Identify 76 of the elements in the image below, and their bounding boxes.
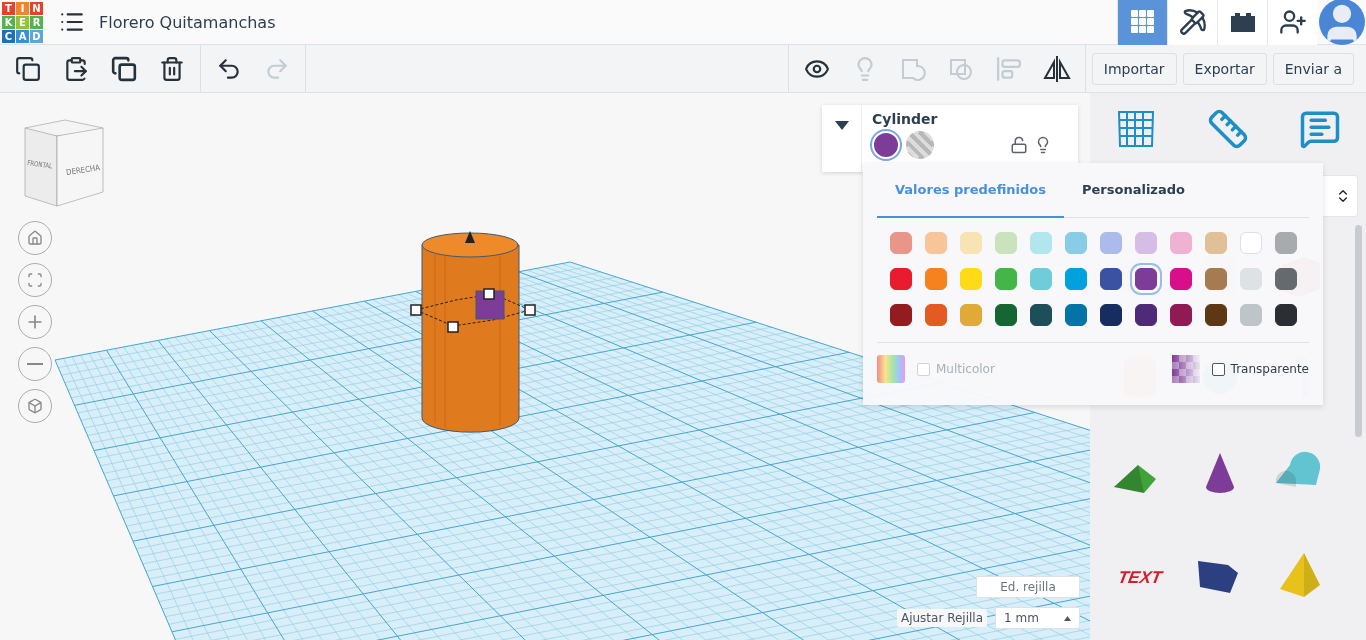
sidebar-tool-button[interactable] — [1207, 108, 1249, 150]
hole-button[interactable] — [906, 131, 934, 159]
align-icon — [995, 55, 1022, 82]
snap-grid-label: Ajustar Rejilla — [896, 609, 987, 627]
add-user-icon — [1278, 8, 1307, 36]
transparency-icon — [1171, 355, 1200, 383]
color-swatch[interactable] — [924, 268, 947, 290]
rainbow-icon — [877, 355, 905, 383]
color-swatch[interactable] — [1169, 304, 1192, 326]
view-control-button[interactable] — [18, 305, 52, 339]
solid-color-button[interactable] — [872, 131, 900, 159]
color-swatch[interactable] — [1204, 304, 1227, 326]
paste-icon — [63, 55, 89, 82]
design-title[interactable]: Florero Quitamanchas — [99, 12, 276, 32]
duplicate-icon — [111, 55, 137, 82]
color-swatch[interactable] — [1274, 268, 1297, 290]
cube-icon — [27, 398, 43, 414]
shape-name: Cylinder — [872, 111, 939, 127]
text-shape-drawing: TEXT — [1116, 567, 1164, 587]
color-swatch[interactable] — [1099, 268, 1122, 290]
view-control-button[interactable] — [18, 389, 52, 423]
toolbar-button[interactable]: Enviar a — [1272, 52, 1354, 85]
nav-button[interactable] — [1217, 0, 1267, 45]
tinkercad-logo[interactable]: T I N K E R C A D — [2, 2, 43, 43]
color-swatch[interactable] — [1274, 304, 1297, 326]
color-swatch[interactable] — [1274, 232, 1297, 254]
nav-button[interactable] — [1167, 0, 1217, 45]
toolbar-button[interactable]: Importar — [1091, 52, 1177, 85]
color-swatch[interactable] — [1029, 268, 1052, 290]
pyramid-shape-drawing — [1280, 553, 1320, 597]
caret-icon — [1064, 615, 1071, 621]
collapse-button[interactable] — [822, 105, 862, 172]
color-swatch[interactable] — [994, 268, 1017, 290]
cone-shape-drawing — [1206, 453, 1234, 493]
mirror-icon — [1041, 53, 1072, 84]
copy-icon — [15, 55, 41, 82]
color-tab[interactable]: Personalizado — [1064, 163, 1203, 218]
color-swatch[interactable] — [959, 304, 982, 326]
ruler-icon — [1207, 108, 1249, 150]
edit-grid-button[interactable]: Ed. rejilla — [976, 576, 1080, 598]
color-swatch[interactable] — [994, 304, 1017, 326]
home-icon — [27, 230, 43, 246]
color-swatch[interactable] — [1064, 304, 1087, 326]
toolbar-button[interactable]: Exportar — [1182, 52, 1267, 85]
round-roof-shape-drawing — [1275, 451, 1321, 487]
pickaxe-icon — [1178, 8, 1207, 36]
nav-button[interactable] — [1267, 0, 1317, 45]
view-control-button[interactable] — [18, 221, 52, 255]
color-swatch[interactable] — [1134, 304, 1157, 326]
color-swatch[interactable] — [1099, 304, 1122, 326]
color-swatch[interactable] — [924, 304, 947, 326]
brick-icon — [1228, 11, 1257, 33]
roof-shape-drawing — [1114, 465, 1156, 493]
shape-tile[interactable]: TEXT — [1100, 525, 1180, 625]
trash-icon — [159, 55, 185, 82]
scrollbar[interactable] — [1355, 225, 1362, 437]
color-swatch[interactable] — [1064, 268, 1087, 290]
transparent-checkbox[interactable]: Transparente — [1211, 362, 1309, 376]
grid-icon — [1130, 10, 1155, 34]
view-control-button[interactable] — [18, 347, 52, 381]
sidebar-tool-button[interactable] — [1115, 108, 1157, 150]
color-swatch[interactable] — [889, 304, 912, 326]
lock-icon[interactable] — [1010, 136, 1028, 154]
color-swatch[interactable] — [1204, 268, 1227, 290]
snap-grid-select[interactable]: 1 mm — [995, 607, 1080, 629]
workplane-grid-icon — [1115, 108, 1157, 150]
caret-icon — [834, 121, 849, 130]
polygon-shape-drawing — [1198, 561, 1238, 593]
color-swatch[interactable] — [889, 232, 912, 254]
color-swatch[interactable] — [1099, 232, 1122, 254]
view-control-button[interactable] — [18, 263, 52, 297]
color-swatch[interactable] — [1169, 268, 1192, 290]
fit-view-icon — [27, 272, 43, 288]
avatar[interactable] — [1319, 0, 1365, 45]
color-swatch[interactable] — [889, 268, 912, 290]
color-swatch[interactable] — [1029, 304, 1052, 326]
